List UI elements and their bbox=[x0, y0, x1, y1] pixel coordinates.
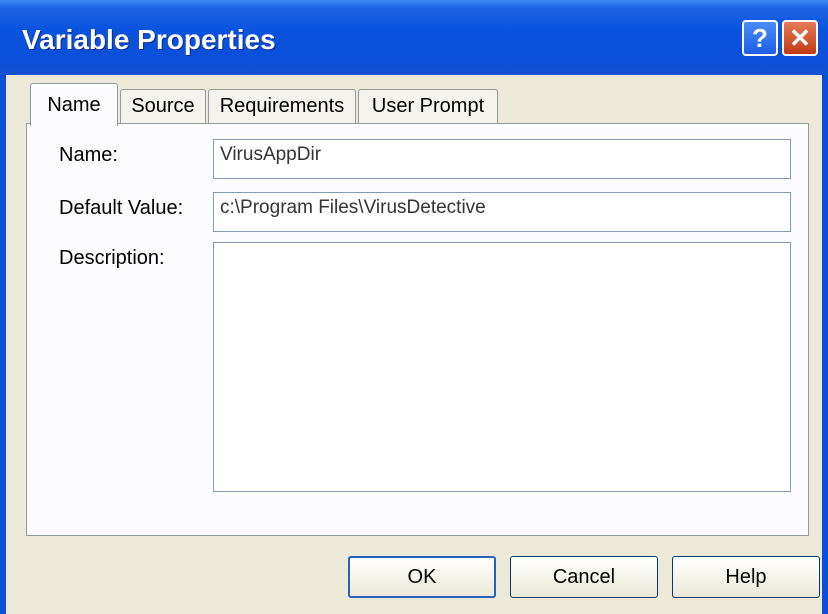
tab-panel-name: Name: VirusAppDir Default Value: c:\Prog… bbox=[26, 123, 809, 536]
help-question-icon[interactable]: ? bbox=[742, 20, 778, 56]
tab-source[interactable]: Source bbox=[120, 89, 206, 123]
close-icon[interactable]: ✕ bbox=[782, 20, 818, 56]
title-bar[interactable]: Variable Properties ? ✕ bbox=[0, 0, 828, 75]
window-title: Variable Properties bbox=[22, 24, 276, 55]
cancel-button[interactable]: Cancel bbox=[510, 556, 658, 598]
description-label: Description: bbox=[59, 247, 165, 269]
name-label: Name: bbox=[59, 144, 118, 166]
variable-properties-dialog: Variable Properties ? ✕ Name: VirusAppDi… bbox=[0, 0, 828, 614]
default-value-label: Default Value: bbox=[59, 197, 184, 219]
description-textarea[interactable] bbox=[213, 242, 791, 492]
help-button[interactable]: Help bbox=[672, 556, 820, 598]
window-frame-left bbox=[0, 75, 6, 614]
window-frame-right bbox=[822, 75, 828, 614]
default-value-input[interactable]: c:\Program Files\VirusDetective bbox=[213, 192, 791, 232]
name-input[interactable]: VirusAppDir bbox=[213, 139, 791, 179]
tab-user-prompt[interactable]: User Prompt bbox=[358, 89, 498, 123]
tab-requirements[interactable]: Requirements bbox=[208, 89, 356, 123]
tab-name[interactable]: Name bbox=[30, 83, 118, 126]
ok-button[interactable]: OK bbox=[348, 556, 496, 598]
